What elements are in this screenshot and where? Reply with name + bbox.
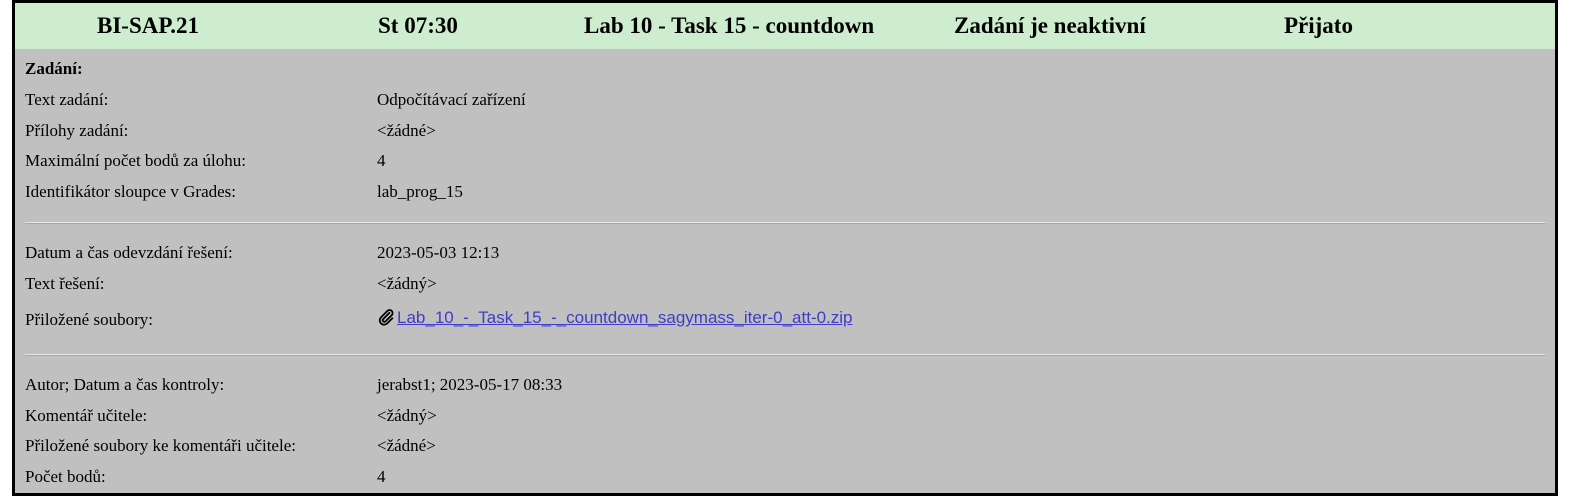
teacher-comment-files-value: <žádné> [377,436,436,455]
review-author-value: jerabst1; 2023-05-17 08:33 [377,375,563,394]
course-code: BI-SAP.21 [97,13,200,38]
submission-file-link[interactable]: Lab_10_-_Task_15_-_countdown_sagymass_it… [397,308,853,327]
submission-text-value: <žádný> [377,274,437,293]
assignment-text-label: Text zadání: [25,90,109,109]
assignment-attachments-value: <žádné> [377,121,436,140]
assignment-section-title: Zadání: [25,59,83,78]
submission-datetime-label: Datum a čas odevzdání řešení: [25,243,233,262]
paperclip-icon [378,309,394,326]
teacher-comment-label: Komentář učitele: [25,406,148,425]
grades-column-value: lab_prog_15 [377,182,463,201]
max-points-value: 4 [377,151,386,170]
teacher-comment-value: <žádný> [377,406,437,425]
review-author-label: Autor; Datum a čas kontroly: [25,375,225,394]
task-header: BI-SAP.21 St 07:30 Lab 10 - Task 15 - co… [15,3,1555,49]
assignment-text-value: Odpočítávací zařízení [377,90,526,109]
submission-panel: BI-SAP.21 St 07:30 Lab 10 - Task 15 - co… [12,0,1558,496]
submission-files-label: Přiložené soubory: [25,310,153,329]
submission-file-entry: Lab_10_-_Task_15_-_countdown_sagymass_it… [377,308,853,328]
submission-status: Přijato [1284,13,1353,38]
assignment-attachments-label: Přílohy zadání: [25,121,129,140]
points-label: Počet bodů: [25,467,106,486]
grades-column-label: Identifikátor sloupce v Grades: [25,182,237,201]
section-divider [25,222,1545,224]
task-title: Lab 10 - Task 15 - countdown [584,13,875,38]
teacher-comment-files-label: Přiložené soubory ke komentáři učitele: [25,436,296,455]
submission-datetime-value: 2023-05-03 12:13 [377,243,500,262]
submission-text-label: Text řešení: [25,274,105,293]
max-points-label: Maximální počet bodů za úlohu: [25,151,246,170]
assignment-state: Zadání je neaktivní [954,13,1146,38]
section-divider [25,354,1545,356]
points-value: 4 [377,467,386,486]
lab-slot: St 07:30 [378,13,458,38]
